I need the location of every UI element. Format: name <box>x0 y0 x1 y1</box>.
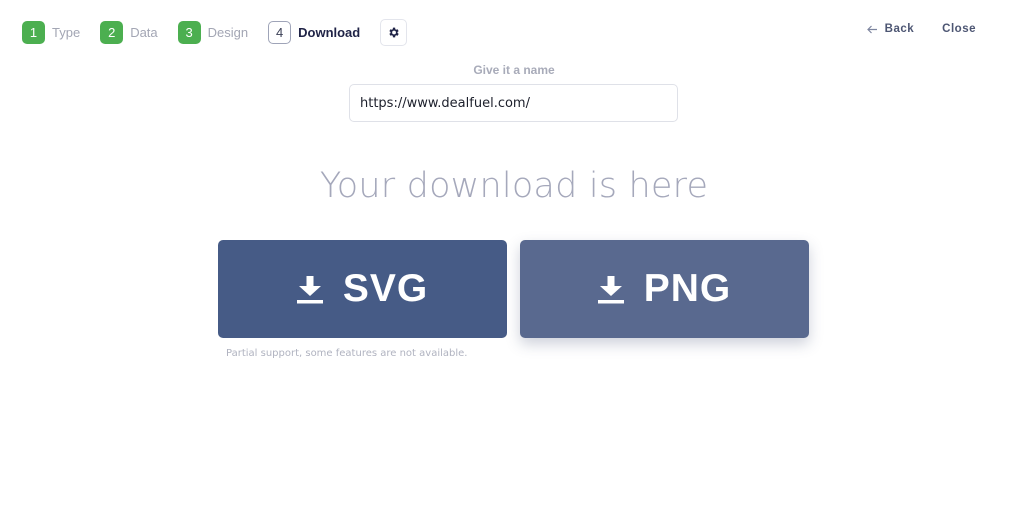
step-label: Download <box>298 24 361 40</box>
step-label: Type <box>52 24 81 40</box>
name-input[interactable] <box>349 84 678 122</box>
page-headline: Your download is here <box>319 166 709 206</box>
gear-icon <box>389 27 399 37</box>
step-type[interactable]: 1 Type <box>22 20 81 44</box>
settings-button[interactable] <box>380 18 408 46</box>
step-label: Data <box>130 24 158 40</box>
download-icon <box>296 276 323 304</box>
step-number: 3 <box>177 20 201 44</box>
step-number: 2 <box>100 20 124 44</box>
download-svg-button[interactable]: SVG <box>218 240 507 338</box>
step-data[interactable]: 2 Data <box>100 20 158 44</box>
step-indicator: 1 Type 2 Data 3 Design 4 Download <box>22 18 408 46</box>
step-design[interactable]: 3 Design <box>177 20 249 44</box>
back-button[interactable]: Back <box>866 23 915 35</box>
download-png-button[interactable]: PNG <box>520 240 809 338</box>
close-button[interactable]: Close <box>942 23 976 35</box>
download-icon <box>597 276 624 304</box>
top-nav: Back Close <box>866 23 976 35</box>
step-label: Design <box>207 24 249 40</box>
step-number: 4 <box>268 20 292 44</box>
svg-support-note: Partial support, some features are not a… <box>226 348 468 359</box>
step-download[interactable]: 4 Download <box>268 20 361 44</box>
back-label: Back <box>884 23 915 35</box>
arrow-left-icon <box>866 25 877 33</box>
svg-label: SVG <box>342 267 429 310</box>
step-number: 1 <box>22 20 45 44</box>
png-label: PNG <box>643 267 732 310</box>
name-field-label: Give it a name <box>473 63 555 77</box>
